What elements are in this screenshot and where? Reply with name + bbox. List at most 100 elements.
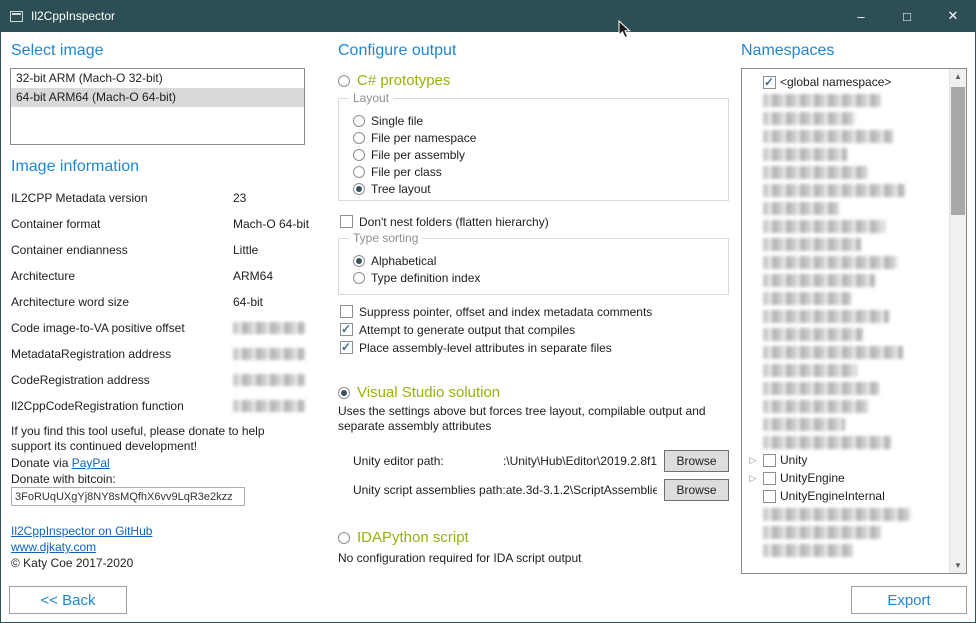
namespace-label: Unity [780, 453, 807, 467]
namespace-redacted [763, 274, 875, 287]
visual-studio-solution-label: Visual Studio solution [357, 384, 500, 401]
layout-option[interactable]: File per class [353, 164, 476, 179]
layout-option[interactable]: Tree layout [353, 181, 476, 196]
radio-icon [353, 166, 365, 178]
browse-button[interactable]: Browse [664, 479, 729, 501]
namespace-redacted [763, 238, 861, 251]
image-info-table: IL2CPP Metadata version23Container forma… [11, 185, 305, 419]
titlebar[interactable]: Il2CppInspector – □ ✕ [0, 0, 976, 32]
namespace-redacted [763, 112, 855, 125]
export-button[interactable]: Export [851, 586, 967, 614]
visual-studio-description: Uses the settings above but forces tree … [338, 404, 723, 434]
checkbox-icon[interactable] [763, 490, 776, 503]
window-controls: – □ ✕ [838, 0, 976, 32]
app-icon [10, 11, 23, 22]
info-value-redacted [233, 322, 305, 334]
layout-group: Layout Single fileFile per namespaceFile… [338, 98, 729, 201]
layout-option-label: File per assembly [371, 148, 465, 162]
namespace-redacted [763, 292, 851, 305]
namespace-item [742, 505, 949, 523]
namespace-redacted [763, 94, 881, 107]
namespace-redacted [763, 436, 891, 449]
browse-button[interactable]: Browse [664, 450, 729, 472]
website-link[interactable]: www.djkaty.com [11, 540, 96, 554]
image-info-row: CodeRegistration address [11, 367, 305, 393]
maximize-button[interactable]: □ [884, 0, 930, 32]
type-sorting-option-label: Type definition index [371, 271, 480, 285]
expander-icon[interactable]: ▷ [747, 473, 759, 484]
namespace-item [742, 109, 949, 127]
namespace-item[interactable]: <global namespace> [742, 73, 949, 91]
namespace-redacted [763, 256, 898, 269]
field-value: :\Unity\Hub\Editor\2019.2.8f1 [444, 454, 657, 468]
namespace-item [742, 145, 949, 163]
expander-icon[interactable]: ▷ [747, 455, 759, 466]
image-info-row: Container endiannessLittle [11, 237, 305, 263]
image-info-row: IL2CPP Metadata version23 [11, 185, 305, 211]
info-label: Code image-to-VA positive offset [11, 321, 233, 335]
namespace-redacted [763, 166, 868, 179]
type-sorting-option[interactable]: Alphabetical [353, 253, 480, 268]
csharp-prototypes-radio[interactable]: C# prototypes [338, 72, 450, 89]
donate-text: If you find this tool useful, please don… [11, 424, 303, 454]
radio-icon [353, 183, 365, 195]
namespace-item [742, 397, 949, 415]
flatten-checkbox[interactable]: Don't nest folders (flatten hierarchy) [340, 214, 549, 229]
info-label: Container endianness [11, 243, 233, 257]
layout-option[interactable]: File per assembly [353, 147, 476, 162]
namespace-item [742, 217, 949, 235]
idapython-script-radio[interactable]: IDAPython script [338, 529, 469, 546]
paypal-link[interactable]: PayPal [72, 456, 110, 470]
namespace-item[interactable]: UnityEngineInternal [742, 487, 949, 505]
layout-option[interactable]: Single file [353, 113, 476, 128]
radio-icon [353, 255, 365, 267]
back-button[interactable]: << Back [9, 586, 127, 614]
image-list-item[interactable]: 64-bit ARM64 (Mach-O 64-bit) [11, 88, 304, 107]
select-image-heading: Select image [11, 42, 104, 60]
image-info-row: Container formatMach-O 64-bit [11, 211, 305, 237]
unity-path-row: Unity script assemblies path:ate.3d-3.1.… [353, 479, 729, 501]
layout-option-label: Tree layout [371, 182, 431, 196]
radio-icon [338, 532, 350, 544]
bitcoin-address-input[interactable] [11, 487, 245, 506]
close-button[interactable]: ✕ [930, 0, 976, 32]
namespace-redacted [763, 148, 847, 161]
namespace-item [742, 271, 949, 289]
namespace-item [742, 361, 949, 379]
radio-icon [353, 115, 365, 127]
info-label: Container format [11, 217, 233, 231]
info-label: Architecture word size [11, 295, 233, 309]
github-link[interactable]: Il2CppInspector on GitHub [11, 524, 152, 538]
configure-output-heading: Configure output [338, 42, 456, 60]
scroll-down-icon[interactable]: ▼ [950, 558, 966, 573]
namespaces-heading: Namespaces [741, 42, 834, 60]
type-sorting-options: Alphabetical Type definition index [353, 253, 480, 287]
radio-icon [353, 132, 365, 144]
namespace-item[interactable]: ▷UnityEngine [742, 469, 949, 487]
image-listbox[interactable]: 32-bit ARM (Mach-O 32-bit)64-bit ARM64 (… [10, 68, 305, 145]
type-sorting-option[interactable]: Type definition index [353, 270, 480, 285]
namespaces-list[interactable]: <global namespace> ▷ Unity ▷UnityEngine Unit… [742, 73, 949, 573]
checkbox-icon[interactable] [763, 472, 776, 485]
image-list-item[interactable]: 32-bit ARM (Mach-O 32-bit) [11, 69, 304, 88]
namespace-item[interactable]: ▷ Unity [742, 451, 949, 469]
info-label: MetadataRegistration address [11, 347, 233, 361]
checkbox-icon [340, 323, 353, 336]
checkbox-icon[interactable] [763, 454, 776, 467]
minimize-button[interactable]: – [838, 0, 884, 32]
image-info-row: MetadataRegistration address [11, 341, 305, 367]
image-info-row: Architecture word size64-bit [11, 289, 305, 315]
output-checkbox[interactable]: Place assembly-level attributes in separ… [340, 340, 652, 355]
output-checkbox[interactable]: Suppress pointer, offset and index metad… [340, 304, 652, 319]
visual-studio-solution-radio[interactable]: Visual Studio solution [338, 384, 500, 401]
scrollbar-thumb[interactable] [951, 87, 965, 215]
output-checkbox[interactable]: Attempt to generate output that compiles [340, 322, 652, 337]
checkbox-icon[interactable] [763, 76, 776, 89]
namespace-label: UnityEngineInternal [780, 489, 885, 503]
checkbox-icon [340, 305, 353, 318]
info-value-redacted [233, 374, 305, 386]
layout-option[interactable]: File per namespace [353, 130, 476, 145]
namespaces-scrollbar[interactable]: ▲ ▼ [949, 69, 966, 573]
image-info-row: Code image-to-VA positive offset [11, 315, 305, 341]
scroll-up-icon[interactable]: ▲ [950, 69, 966, 84]
